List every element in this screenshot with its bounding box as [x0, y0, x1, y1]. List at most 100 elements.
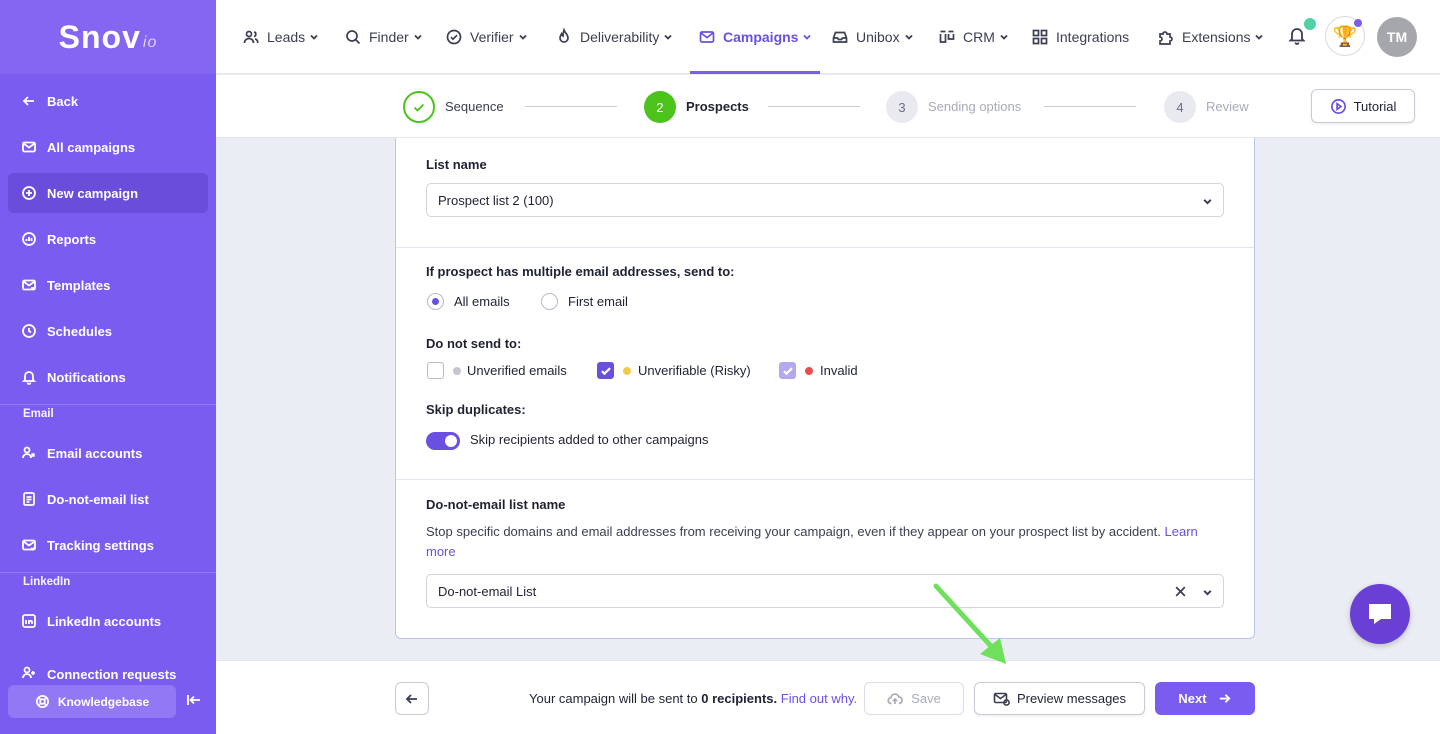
nav-label: Verifier	[470, 29, 514, 45]
radio-all-emails-label: All emails	[454, 294, 510, 309]
sidebar-item-do-not-email-list[interactable]: Do-not-email list	[8, 479, 208, 519]
sidebar-item-reports[interactable]: Reports	[8, 219, 208, 259]
notifications-bell[interactable]	[1288, 26, 1308, 48]
knowledgebase-button[interactable]: Knowledgebase	[8, 685, 176, 718]
preview-messages-button[interactable]: Preview messages	[974, 682, 1145, 715]
checkbox-unverifiable-label: Unverifiable (Risky)	[638, 363, 751, 378]
next-button[interactable]: Next	[1155, 682, 1255, 715]
bell-icon	[20, 368, 38, 386]
back-button[interactable]	[395, 682, 429, 715]
rewards-indicator	[1354, 19, 1362, 27]
nav-label: Leads	[267, 29, 306, 45]
section-divider	[396, 247, 1254, 248]
step-connector	[1044, 106, 1136, 107]
save-button[interactable]: Save	[864, 682, 964, 715]
sidebar-item-all-campaigns[interactable]: All campaigns	[8, 127, 208, 167]
checkbox-invalid[interactable]	[779, 362, 796, 379]
chevron-down-icon	[310, 34, 318, 40]
prospects-form-card: List name Prospect list 2 (100) If prosp…	[395, 138, 1255, 639]
step-label-review: Review	[1206, 99, 1249, 114]
brand-logo[interactable]: Snov io	[0, 0, 216, 74]
sidebar-item-linkedin-accounts[interactable]: LinkedIn accounts	[8, 601, 208, 641]
sidebar-item-schedules[interactable]: Schedules	[8, 311, 208, 351]
nav-unibox[interactable]: Unibox	[831, 0, 914, 74]
nav-integrations[interactable]: Integrations	[1031, 0, 1129, 74]
section-divider	[396, 479, 1254, 480]
sidebar-item-label: New campaign	[47, 185, 139, 201]
sidebar-item-label: Connection requests	[47, 667, 177, 682]
sidebar-item-new-campaign[interactable]: New campaign	[8, 173, 208, 213]
list-name-select[interactable]: Prospect list 2 (100)	[426, 183, 1224, 217]
trophy-icon: 🏆	[1332, 25, 1358, 48]
top-navigation: Leads Finder Verifier Deliverability Cam…	[216, 0, 1440, 74]
sidebar-item-label: Schedules	[47, 323, 113, 339]
footer-bar: Your campaign will be sent to 0 recipien…	[216, 660, 1440, 734]
sidebar-item-tracking-settings[interactable]: Tracking settings	[8, 525, 208, 565]
campaign-steps: Sequence 2 Prospects 3 Sending options 4…	[216, 75, 1440, 138]
nav-leads[interactable]: Leads	[242, 0, 319, 74]
grid-icon	[1032, 29, 1048, 45]
collapse-sidebar-button[interactable]	[186, 692, 204, 710]
chat-widget-button[interactable]	[1350, 584, 1410, 644]
clock-icon	[20, 322, 38, 340]
nav-finder[interactable]: Finder	[344, 0, 423, 74]
sidebar-item-connection-requests[interactable]: Connection requests	[8, 646, 208, 682]
sidebar-item-label: LinkedIn accounts	[47, 613, 162, 629]
chevron-down-icon	[518, 34, 527, 40]
bell-icon	[1288, 28, 1306, 45]
nav-deliverability[interactable]: Deliverability	[555, 0, 673, 74]
nav-label: Campaigns	[723, 29, 799, 45]
puzzle-icon	[1159, 31, 1173, 45]
checkbox-unverifiable-risky[interactable]	[597, 362, 614, 379]
do-not-send-label: Do not send to:	[426, 336, 522, 351]
status-dot-invalid	[805, 367, 813, 375]
chevron-down-icon	[1203, 590, 1212, 596]
sidebar-item-label: Email accounts	[47, 445, 143, 461]
radio-first-email[interactable]	[541, 293, 558, 310]
list-icon	[20, 490, 38, 508]
sidebar-item-templates[interactable]: Templates	[8, 265, 208, 305]
mail-check-icon	[20, 536, 38, 554]
skip-duplicates-toggle[interactable]	[426, 432, 460, 450]
checkbox-unverified-emails[interactable]	[427, 362, 444, 379]
inbox-icon	[832, 31, 848, 43]
step-label-sequence[interactable]: Sequence	[445, 99, 504, 114]
arrow-left-icon	[405, 693, 417, 704]
save-label: Save	[911, 691, 941, 706]
mail-preview-icon	[993, 692, 1010, 706]
status-dot-risky	[623, 367, 631, 375]
skip-duplicates-text: Skip recipients added to other campaigns	[470, 432, 709, 447]
step-sequence-done[interactable]	[403, 91, 435, 123]
template-icon	[20, 276, 38, 294]
radio-all-emails[interactable]	[427, 293, 444, 310]
sidebar-item-notifications[interactable]: Notifications	[8, 357, 208, 397]
chevron-down-icon	[1255, 34, 1264, 40]
nav-crm[interactable]: CRM	[938, 0, 1009, 74]
step-number-review: 4	[1164, 91, 1196, 123]
sidebar-item-email-accounts[interactable]: Email accounts	[8, 433, 208, 473]
recipients-count: 0 recipients.	[701, 691, 778, 706]
find-out-why-link[interactable]: Find out why.	[781, 691, 857, 706]
kanban-icon	[939, 30, 955, 43]
play-circle-icon	[1330, 98, 1346, 114]
cloud-upload-icon	[887, 692, 904, 704]
plus-circle-icon	[20, 184, 38, 202]
nav-campaigns[interactable]: Campaigns	[689, 0, 821, 74]
checkbox-unverified-label: Unverified emails	[467, 363, 567, 378]
nav-verifier[interactable]: Verifier	[445, 0, 528, 74]
collapse-left-icon	[187, 695, 200, 705]
sidebar: Snov io Back All campaigns New campaign R…	[0, 0, 216, 734]
nav-label: Integrations	[1056, 29, 1130, 45]
description-text: Stop specific domains and email addresse…	[426, 524, 1161, 539]
check-icon	[601, 367, 611, 376]
nav-extensions[interactable]: Extensions	[1157, 0, 1264, 74]
do-not-email-list-value: Do-not-email List	[438, 583, 537, 599]
chevron-down-icon	[904, 34, 913, 40]
avatar[interactable]: TM	[1377, 17, 1417, 57]
chevron-down-icon	[1203, 199, 1212, 205]
tutorial-button[interactable]: Tutorial	[1311, 89, 1415, 123]
do-not-email-list-select[interactable]: Do-not-email List	[426, 574, 1224, 608]
close-icon[interactable]	[1174, 585, 1187, 598]
recipients-summary: Your campaign will be sent to 0 recipien…	[529, 691, 857, 706]
sidebar-item-back[interactable]: Back	[8, 81, 208, 121]
